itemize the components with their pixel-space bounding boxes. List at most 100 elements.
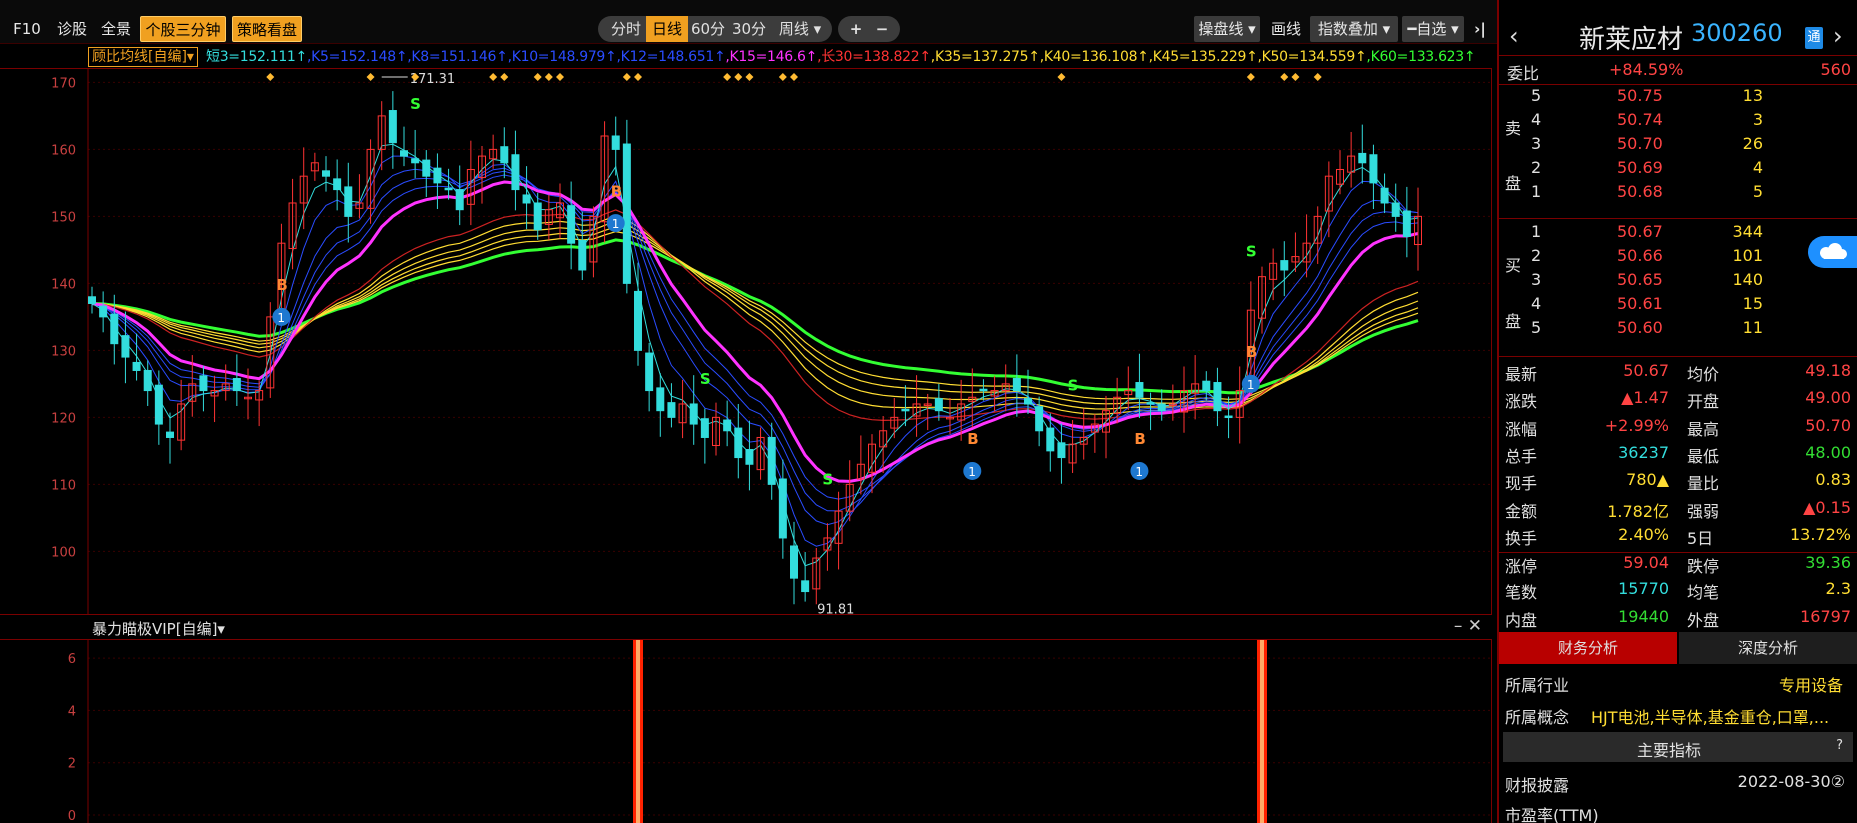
- signal-badge-text: 1: [968, 465, 976, 479]
- ask-row[interactable]: 3 50.70 26: [1499, 134, 1857, 156]
- candle: [634, 290, 642, 351]
- stat-value: 780▲: [1626, 470, 1669, 490]
- price: 50.67: [1617, 222, 1663, 241]
- candle: [1146, 402, 1155, 405]
- ask-row[interactable]: 1 50.68 5: [1499, 182, 1857, 204]
- price: 50.65: [1617, 270, 1663, 289]
- candle: [934, 398, 943, 412]
- panorama-button[interactable]: 全景: [96, 16, 136, 42]
- buy-signal-B: B: [967, 430, 978, 448]
- bid-row[interactable]: 2 50.66 101: [1499, 246, 1857, 268]
- level: 1: [1531, 222, 1542, 241]
- volume: 5: [1752, 182, 1763, 201]
- candle: [344, 186, 353, 217]
- tab-deep-analysis[interactable]: 深度分析: [1679, 632, 1857, 664]
- sub-indicator-header: 暴力瞄极VIP[自编]▾ – ✕: [0, 614, 1492, 640]
- candlestick-chart[interactable]: 170 160 150 140 130 120 110 100 171.31 91.81 S S S S S…: [0, 68, 1492, 661]
- stat-value: 39.36: [1805, 553, 1851, 573]
- y-tick-label: 160: [51, 143, 76, 158]
- price: 50.61: [1617, 294, 1663, 313]
- close-icon[interactable]: – ✕: [1454, 616, 1482, 636]
- stat-value: 49.00: [1805, 388, 1851, 408]
- signal-diamond: [723, 73, 732, 81]
- cloud-icon[interactable]: [1808, 236, 1857, 268]
- bid-row[interactable]: 1 50.67 344: [1499, 222, 1857, 244]
- period-tab-daily[interactable]: 日线: [646, 16, 688, 42]
- stat-label: 涨跌: [1505, 392, 1538, 412]
- strategy-button[interactable]: 策略看盘: [232, 16, 302, 42]
- price: 50.70: [1617, 134, 1663, 153]
- period-selector: 分时 日线 60分 30分 周线 ▾: [598, 16, 832, 42]
- stock-name: 新莱应材: [1579, 25, 1684, 55]
- stat-label: 涨停: [1505, 557, 1538, 577]
- candle: [611, 135, 620, 150]
- trade-line-dropdown[interactable]: 操盘线 ▾: [1194, 16, 1260, 42]
- stat-label: 跌停: [1687, 557, 1720, 577]
- candle: [444, 187, 453, 191]
- indicator-value: ,K5=152.148↑: [306, 49, 408, 65]
- indicator-values: 短3=152.111↑,K5=152.148↑,K8=151.146↑,K10=…: [206, 48, 1476, 66]
- sub-indicator-chart[interactable]: 6 4 2 0: [0, 640, 1492, 823]
- stat-value: 19440: [1618, 606, 1669, 626]
- candle: [99, 305, 108, 318]
- signal-diamond: [1246, 73, 1255, 81]
- period-tab-weekly[interactable]: 周线 ▾: [772, 16, 828, 42]
- indicator-value: ,K40=136.108↑: [1039, 49, 1149, 65]
- indicator-line: 顾比均线[自编]▾ 短3=152.111↑,K5=152.148↑,K8=151…: [0, 46, 1497, 68]
- candle: [333, 178, 342, 191]
- ask-row[interactable]: 5 50.75 13: [1499, 86, 1857, 108]
- chevron-right-icon[interactable]: ›: [1833, 22, 1843, 50]
- zoom-in-button[interactable]: +: [844, 16, 868, 42]
- watchlist-dropdown[interactable]: ━自选 ▾: [1402, 16, 1464, 42]
- signal-diamond: [366, 73, 375, 81]
- help-icon[interactable]: ?: [1836, 738, 1843, 753]
- stat-label: 现手: [1505, 474, 1538, 494]
- bid-row[interactable]: 5 50.60 11: [1499, 318, 1857, 340]
- diagnose-button[interactable]: 诊股: [52, 16, 92, 42]
- signal-diamond: [790, 73, 798, 81]
- level: 5: [1531, 318, 1542, 337]
- double-chevron-right-icon[interactable]: ›|: [1468, 16, 1492, 42]
- volume: 15: [1742, 294, 1763, 313]
- candle: [801, 580, 810, 593]
- connect-badge[interactable]: 通: [1805, 27, 1823, 49]
- sub-chart-svg: 6 4 2 0: [68, 640, 1492, 823]
- candle: [689, 403, 698, 425]
- indicator-selector[interactable]: 顾比均线[自编]▾: [88, 47, 198, 67]
- sub-indicator-selector[interactable]: 暴力瞄极VIP[自编]▾: [92, 618, 225, 639]
- industry-value[interactable]: 专用设备: [1779, 672, 1843, 696]
- tab-financial-analysis[interactable]: 财务分析: [1499, 632, 1677, 664]
- volume: 11: [1742, 318, 1763, 337]
- period-tab-intraday[interactable]: 分时: [606, 16, 646, 42]
- stock-three-min-button[interactable]: 个股三分钟: [140, 16, 226, 42]
- stat-value: 13.72%: [1789, 524, 1851, 544]
- stat-value: 0.83: [1815, 470, 1851, 490]
- index-overlay-dropdown[interactable]: 指数叠加 ▾: [1310, 16, 1398, 42]
- price: 50.75: [1617, 86, 1663, 105]
- sell-signal-S: S: [700, 370, 711, 388]
- zoom-out-button[interactable]: −: [870, 16, 894, 42]
- chevron-left-icon[interactable]: ‹: [1509, 22, 1519, 50]
- stat-value: 15770: [1618, 579, 1669, 599]
- concept-value[interactable]: HJT电池,半导体,基金重仓,口罩,...: [1591, 704, 1829, 728]
- draw-line-button[interactable]: 画线: [1266, 16, 1306, 42]
- period-tab-30min[interactable]: 30分: [728, 16, 770, 42]
- candle: [166, 431, 174, 438]
- candle: [522, 194, 531, 204]
- price: 50.68: [1617, 182, 1663, 201]
- period-tab-60min[interactable]: 60分: [688, 16, 728, 42]
- bid-row[interactable]: 3 50.65 140: [1499, 270, 1857, 292]
- analysis-tabs: 财务分析 深度分析: [1499, 632, 1857, 664]
- candle: [578, 240, 587, 271]
- signal-diamond: [1057, 73, 1066, 81]
- candle: [1046, 427, 1055, 452]
- main-indicator-bar[interactable]: 主要指标 ?: [1503, 732, 1853, 762]
- stat-label: 最新: [1505, 365, 1538, 384]
- stat-value: 36237: [1618, 442, 1669, 462]
- f10-button[interactable]: F10: [8, 16, 46, 42]
- volume: 13: [1742, 86, 1763, 105]
- main-chart-svg: 170160150140130120110100171.3191.81SSSSS…: [51, 69, 1492, 661]
- bid-row[interactable]: 4 50.61 15: [1499, 294, 1857, 316]
- ask-row[interactable]: 4 50.74 3: [1499, 110, 1857, 132]
- ask-row[interactable]: 2 50.69 4: [1499, 158, 1857, 180]
